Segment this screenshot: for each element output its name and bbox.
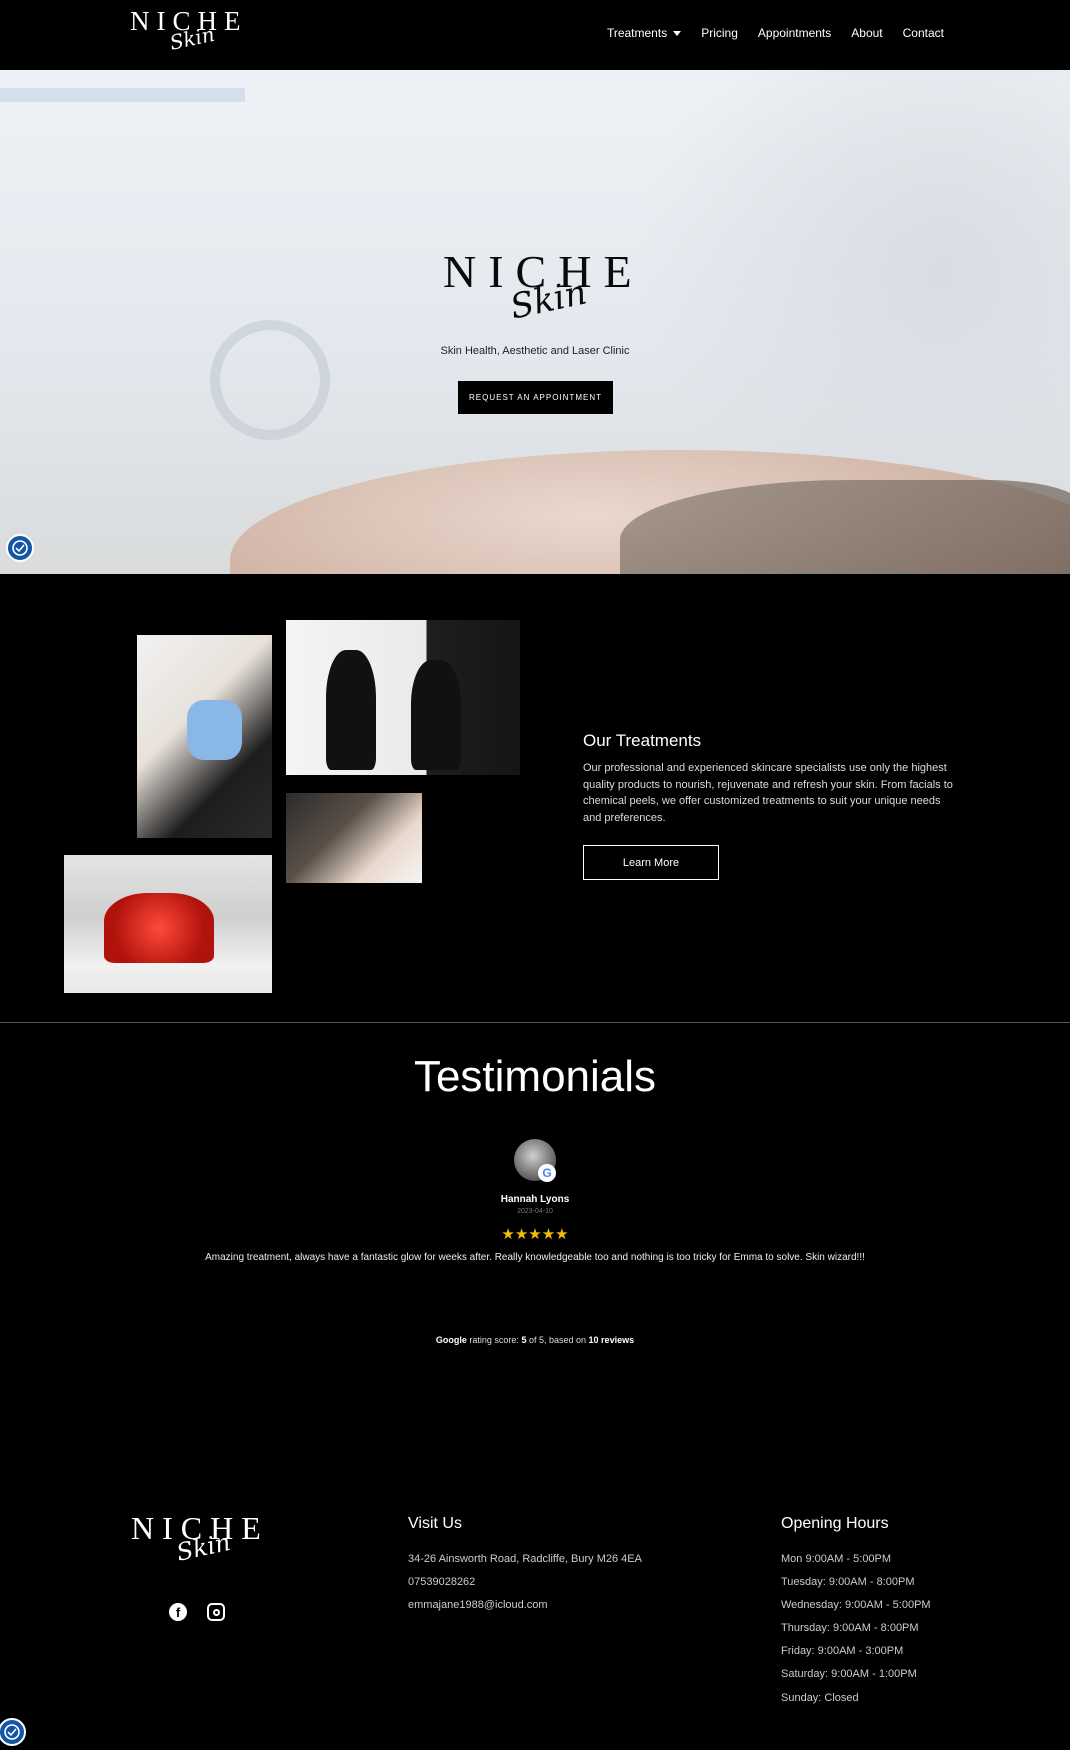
- review-text: Amazing treatment, always have a fantast…: [205, 1252, 865, 1263]
- treatment-photo-consultation: [286, 620, 520, 775]
- hero-section: NICHE Skin Skin Health, Aesthetic and La…: [0, 70, 1070, 574]
- testimonials-title: Testimonials: [413, 1052, 657, 1101]
- hours-line: Thursday: 9:00AM - 8:00PM: [781, 1622, 919, 1634]
- hero-background-light: [0, 88, 245, 102]
- review-date: 2023-04-10: [517, 1208, 553, 1215]
- hours-line: Friday: 9:00AM - 3:00PM: [781, 1645, 904, 1657]
- hero-logo: NICHE Skin: [443, 245, 644, 328]
- rating-summary: Google rating score: 5 of 5, based on 10…: [435, 1335, 635, 1345]
- treatments-title: Our Treatments: [583, 731, 702, 750]
- accessibility-icon[interactable]: [6, 534, 34, 562]
- treatment-photo-led-therapy: [64, 855, 272, 993]
- nav-item-contact[interactable]: Contact: [903, 26, 944, 40]
- nav-item-about[interactable]: About: [851, 26, 882, 40]
- request-appointment-button[interactable]: REQUEST AN APPOINTMENT: [458, 381, 613, 414]
- hours-line: Wednesday: 9:00AM - 5:00PM: [781, 1599, 931, 1611]
- facebook-icon[interactable]: f: [169, 1603, 187, 1621]
- opening-hours-title: Opening Hours: [781, 1515, 889, 1532]
- treatment-photo-laser: [137, 635, 272, 838]
- hours-line: Tuesday: 9:00AM - 8:00PM: [781, 1576, 915, 1588]
- treatment-photo-facial: [286, 793, 422, 883]
- nav-item-appointments[interactable]: Appointments: [758, 26, 831, 40]
- reviewer-name: Hannah Lyons: [500, 1194, 570, 1205]
- hours-line: Mon 9:00AM - 5:00PM: [781, 1553, 892, 1565]
- hero-background-ring: [210, 320, 330, 440]
- chevron-down-icon: [673, 31, 682, 37]
- visit-us-title: Visit Us: [408, 1515, 462, 1532]
- hours-line: Sunday: Closed: [781, 1692, 859, 1704]
- nav-item-treatments[interactable]: Treatments: [607, 26, 682, 40]
- hours-line: Saturday: 9:00AM - 1:00PM: [781, 1668, 917, 1680]
- footer-email[interactable]: emmajane1988@icloud.com: [408, 1599, 548, 1611]
- instagram-icon[interactable]: [207, 1603, 225, 1621]
- hero-tagline: Skin Health, Aesthetic and Laser Clinic: [440, 345, 630, 357]
- footer-phone[interactable]: 07539028262: [408, 1576, 475, 1588]
- learn-more-button[interactable]: Learn More: [583, 845, 719, 880]
- main-nav: Treatments Pricing Appointments About Co…: [607, 26, 944, 40]
- accessibility-icon[interactable]: [0, 1718, 26, 1746]
- header-logo[interactable]: NICHE Skin: [130, 6, 248, 55]
- review-stars: ★★★★★: [501, 1226, 569, 1243]
- footer-address: 34-26 Ainsworth Road, Radcliffe, Bury M2…: [408, 1553, 642, 1565]
- section-divider: [0, 1022, 1070, 1023]
- google-icon: G: [538, 1164, 556, 1182]
- nav-item-pricing[interactable]: Pricing: [701, 26, 738, 40]
- site-header: NICHE Skin Treatments Pricing Appointmen…: [0, 0, 1070, 70]
- footer-logo[interactable]: NICHE Skin: [131, 1510, 269, 1567]
- treatments-description: Our professional and experienced skincar…: [583, 762, 953, 824]
